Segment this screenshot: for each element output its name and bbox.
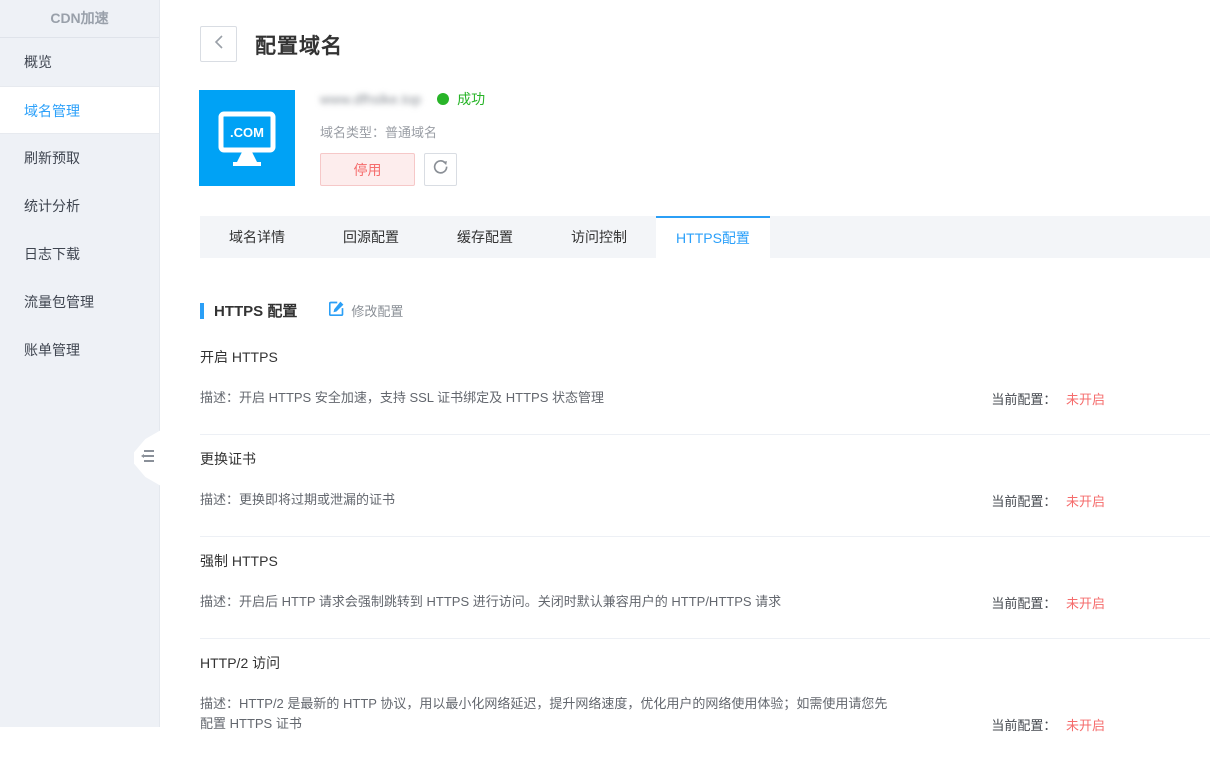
status-dot-icon xyxy=(437,93,449,105)
current-config: 当前配置： 未开启 xyxy=(991,491,1105,510)
sidebar-item-traffic-package[interactable]: 流量包管理 xyxy=(0,278,159,326)
current-config-value: 未开启 xyxy=(1066,718,1105,733)
https-config-section-header: HTTPS 配置 修改配置 xyxy=(200,300,403,321)
com-icon-text: .COM xyxy=(230,125,264,140)
tab-domain-details[interactable]: 域名详情 xyxy=(200,216,314,258)
sidebar-item-log-download[interactable]: 日志下载 xyxy=(0,230,159,278)
section-accent-bar xyxy=(200,303,204,319)
current-config: 当前配置： 未开启 xyxy=(991,715,1105,734)
refresh-button[interactable] xyxy=(424,153,457,186)
current-config-label: 当前配置： xyxy=(991,494,1056,509)
refresh-icon xyxy=(432,158,450,181)
current-config: 当前配置： 未开启 xyxy=(991,593,1105,612)
back-button[interactable] xyxy=(200,26,237,62)
chevron-left-icon xyxy=(213,34,225,55)
setting-description: 描述：HTTP/2 是最新的 HTTP 协议，用以最小化网络延迟，提升网络速度，… xyxy=(200,694,900,734)
collapse-menu-icon xyxy=(141,449,154,467)
sidebar-title: CDN加速 xyxy=(0,0,159,38)
page-title: 配置域名 xyxy=(255,30,343,60)
setting-title: 开启 HTTPS xyxy=(200,347,1105,367)
tab-cache-config[interactable]: 缓存配置 xyxy=(428,216,542,258)
section-title: HTTPS 配置 xyxy=(214,300,297,321)
domain-com-icon: .COM xyxy=(199,90,295,186)
current-config-label: 当前配置： xyxy=(991,596,1056,611)
domain-type: 域名类型：普通域名 xyxy=(320,122,485,140)
main-content: 配置域名 .COM www.dfhslke.top 成功 域名类型：普通域名 停… xyxy=(160,0,1210,727)
modify-config-link[interactable]: 修改配置 xyxy=(329,301,403,321)
domain-name-blurred: www.dfhslke.top xyxy=(320,91,421,107)
setting-row-force-https: 强制 HTTPS 描述：开启后 HTTP 请求会强制跳转到 HTTPS 进行访问… xyxy=(200,537,1210,639)
setting-title: 强制 HTTPS xyxy=(200,551,1105,571)
domain-info: www.dfhslke.top 成功 域名类型：普通域名 停用 xyxy=(320,90,485,186)
current-config: 当前配置： 未开启 xyxy=(991,389,1105,408)
modify-config-label: 修改配置 xyxy=(351,301,403,320)
https-settings-list: 开启 HTTPS 描述：开启 HTTPS 安全加速，支持 SSL 证书绑定及 H… xyxy=(200,333,1210,760)
current-config-label: 当前配置： xyxy=(991,392,1056,407)
setting-row-replace-certificate: 更换证书 描述：更换即将过期或泄漏的证书 当前配置： 未开启 xyxy=(200,435,1210,537)
current-config-value: 未开启 xyxy=(1066,596,1105,611)
setting-title: 更换证书 xyxy=(200,449,1105,469)
current-config-label: 当前配置： xyxy=(991,718,1056,733)
current-config-value: 未开启 xyxy=(1066,494,1105,509)
sidebar: CDN加速 概览 域名管理 刷新预取 统计分析 日志下载 流量包管理 账单管理 xyxy=(0,0,160,727)
sidebar-item-overview[interactable]: 概览 xyxy=(0,38,159,86)
tab-origin-config[interactable]: 回源配置 xyxy=(314,216,428,258)
tab-https-config[interactable]: HTTPS配置 xyxy=(656,216,770,258)
sidebar-item-refresh-prefetch[interactable]: 刷新预取 xyxy=(0,134,159,182)
setting-description: 描述：更换即将过期或泄漏的证书 xyxy=(200,490,900,510)
sidebar-item-domain-management[interactable]: 域名管理 xyxy=(0,86,159,134)
setting-title: HTTP/2 访问 xyxy=(200,653,1105,673)
sidebar-item-billing[interactable]: 账单管理 xyxy=(0,326,159,374)
setting-description: 描述：开启后 HTTP 请求会强制跳转到 HTTPS 进行访问。关闭时默认兼容用… xyxy=(200,592,900,612)
current-config-value: 未开启 xyxy=(1066,392,1105,407)
setting-row-enable-https: 开启 HTTPS 描述：开启 HTTPS 安全加速，支持 SSL 证书绑定及 H… xyxy=(200,333,1210,435)
setting-description: 描述：开启 HTTPS 安全加速，支持 SSL 证书绑定及 HTTPS 状态管理 xyxy=(200,388,900,408)
tab-bar: 域名详情 回源配置 缓存配置 访问控制 HTTPS配置 xyxy=(200,216,1210,258)
edit-icon xyxy=(329,301,344,321)
tab-access-control[interactable]: 访问控制 xyxy=(542,216,656,258)
disable-button[interactable]: 停用 xyxy=(320,153,415,186)
setting-row-http2-access: HTTP/2 访问 描述：HTTP/2 是最新的 HTTP 协议，用以最小化网络… xyxy=(200,639,1210,760)
sidebar-item-statistics[interactable]: 统计分析 xyxy=(0,182,159,230)
domain-status: 成功 xyxy=(457,89,485,109)
